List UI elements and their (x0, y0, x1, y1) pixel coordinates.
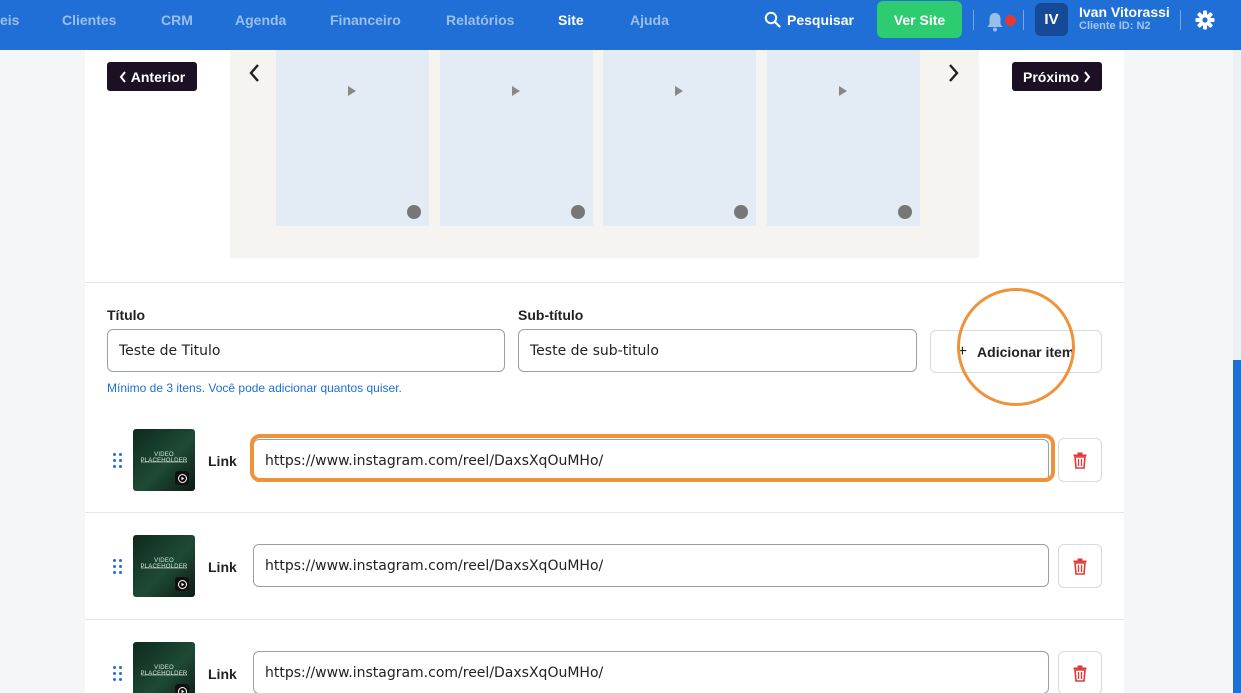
delete-button[interactable] (1058, 544, 1102, 588)
nav-item-financeiro[interactable]: Financeiro (330, 12, 401, 28)
trash-icon (1073, 558, 1087, 575)
search-button[interactable]: Pesquisar (764, 11, 854, 28)
add-item-button[interactable]: + Adicionar item (930, 330, 1102, 373)
plus-icon: + (957, 342, 968, 360)
next-label: Próximo (1022, 68, 1079, 85)
mute-icon[interactable] (407, 205, 421, 219)
bell-icon[interactable] (986, 12, 1004, 32)
nav-item-crm[interactable]: CRM (161, 12, 193, 28)
scrollbar-thumb[interactable] (1233, 360, 1241, 693)
title-input[interactable]: Teste de Titulo (107, 329, 505, 372)
previous-label: Anterior (130, 68, 186, 85)
nav-divider (1180, 10, 1181, 30)
subtitle-input[interactable]: Teste de sub-titulo (518, 329, 917, 372)
drag-handle-icon[interactable] (113, 666, 123, 682)
gear-icon[interactable] (1195, 10, 1215, 30)
link-input[interactable]: https://www.instagram.com/reel/DaxsXqOuM… (253, 544, 1049, 587)
chevron-left-icon (119, 70, 126, 83)
nav-item-partial[interactable]: eis (0, 12, 19, 28)
link-input[interactable]: https://www.instagram.com/reel/DaxsXqOuM… (253, 651, 1049, 693)
minimum-items-hint: Mínimo de 3 itens. Você pode adicionar q… (107, 381, 402, 395)
next-button[interactable]: Próximo (1012, 62, 1102, 91)
nav-divider (1023, 10, 1024, 30)
nav-item-site[interactable]: Site (558, 12, 584, 28)
drag-handle-icon[interactable] (113, 559, 123, 575)
search-label: Pesquisar (787, 11, 854, 28)
title-label: Título (107, 307, 146, 323)
mute-icon[interactable] (898, 205, 912, 219)
play-icon (839, 86, 847, 96)
notification-dot (1005, 15, 1016, 26)
link-label: Link (208, 453, 237, 469)
delete-button[interactable] (1058, 438, 1102, 482)
list-item: VIDEO PLACEHOLDER Link https://www.insta… (85, 407, 1124, 513)
video-thumbnail: VIDEO PLACEHOLDER (133, 429, 195, 491)
carousel-thumbnail[interactable] (767, 50, 920, 226)
list-item: VIDEO PLACEHOLDER Link https://www.insta… (85, 620, 1124, 693)
mute-icon[interactable] (571, 205, 585, 219)
nav-item-relatorios[interactable]: Relatórios (446, 12, 514, 28)
section-divider (85, 282, 1124, 283)
search-icon (764, 11, 781, 28)
play-icon (175, 577, 189, 591)
chevron-right-icon (1084, 70, 1091, 83)
video-thumbnail: VIDEO PLACEHOLDER (133, 642, 195, 693)
link-input[interactable]: https://www.instagram.com/reel/DaxsXqOuM… (253, 439, 1049, 482)
avatar[interactable]: IV (1035, 3, 1068, 36)
play-icon (512, 86, 520, 96)
add-item-label: Adicionar item (977, 343, 1075, 360)
list-item: VIDEO PLACEHOLDER Link https://www.insta… (85, 513, 1124, 619)
carousel-thumbnail[interactable] (276, 50, 429, 226)
carousel-thumbnail[interactable] (603, 50, 756, 226)
client-id: Cliente ID: N2 (1079, 20, 1151, 32)
top-nav-bar: eis Clientes CRM Agenda Financeiro Relat… (0, 0, 1241, 50)
delete-button[interactable] (1058, 651, 1102, 693)
carousel-right-arrow-icon[interactable] (947, 62, 961, 84)
nav-item-agenda[interactable]: Agenda (235, 12, 286, 28)
previous-button[interactable]: Anterior (107, 62, 197, 91)
link-label: Link (208, 666, 237, 682)
carousel-thumbnail[interactable] (440, 50, 593, 226)
nav-item-clientes[interactable]: Clientes (62, 12, 116, 28)
drag-handle-icon[interactable] (113, 453, 123, 469)
trash-icon (1073, 665, 1087, 682)
trash-icon (1073, 452, 1087, 469)
carousel-left-arrow-icon[interactable] (247, 62, 261, 84)
mute-icon[interactable] (734, 205, 748, 219)
nav-divider (973, 10, 974, 30)
play-icon (348, 86, 356, 96)
ver-site-button[interactable]: Ver Site (877, 1, 962, 38)
user-name[interactable]: Ivan Vitorassi (1079, 4, 1170, 20)
play-icon (175, 684, 189, 693)
play-icon (675, 86, 683, 96)
play-icon (175, 471, 189, 485)
video-thumbnail: VIDEO PLACEHOLDER (133, 535, 195, 597)
nav-item-ajuda[interactable]: Ajuda (630, 12, 669, 28)
subtitle-label: Sub-título (518, 307, 584, 323)
link-label: Link (208, 559, 237, 575)
